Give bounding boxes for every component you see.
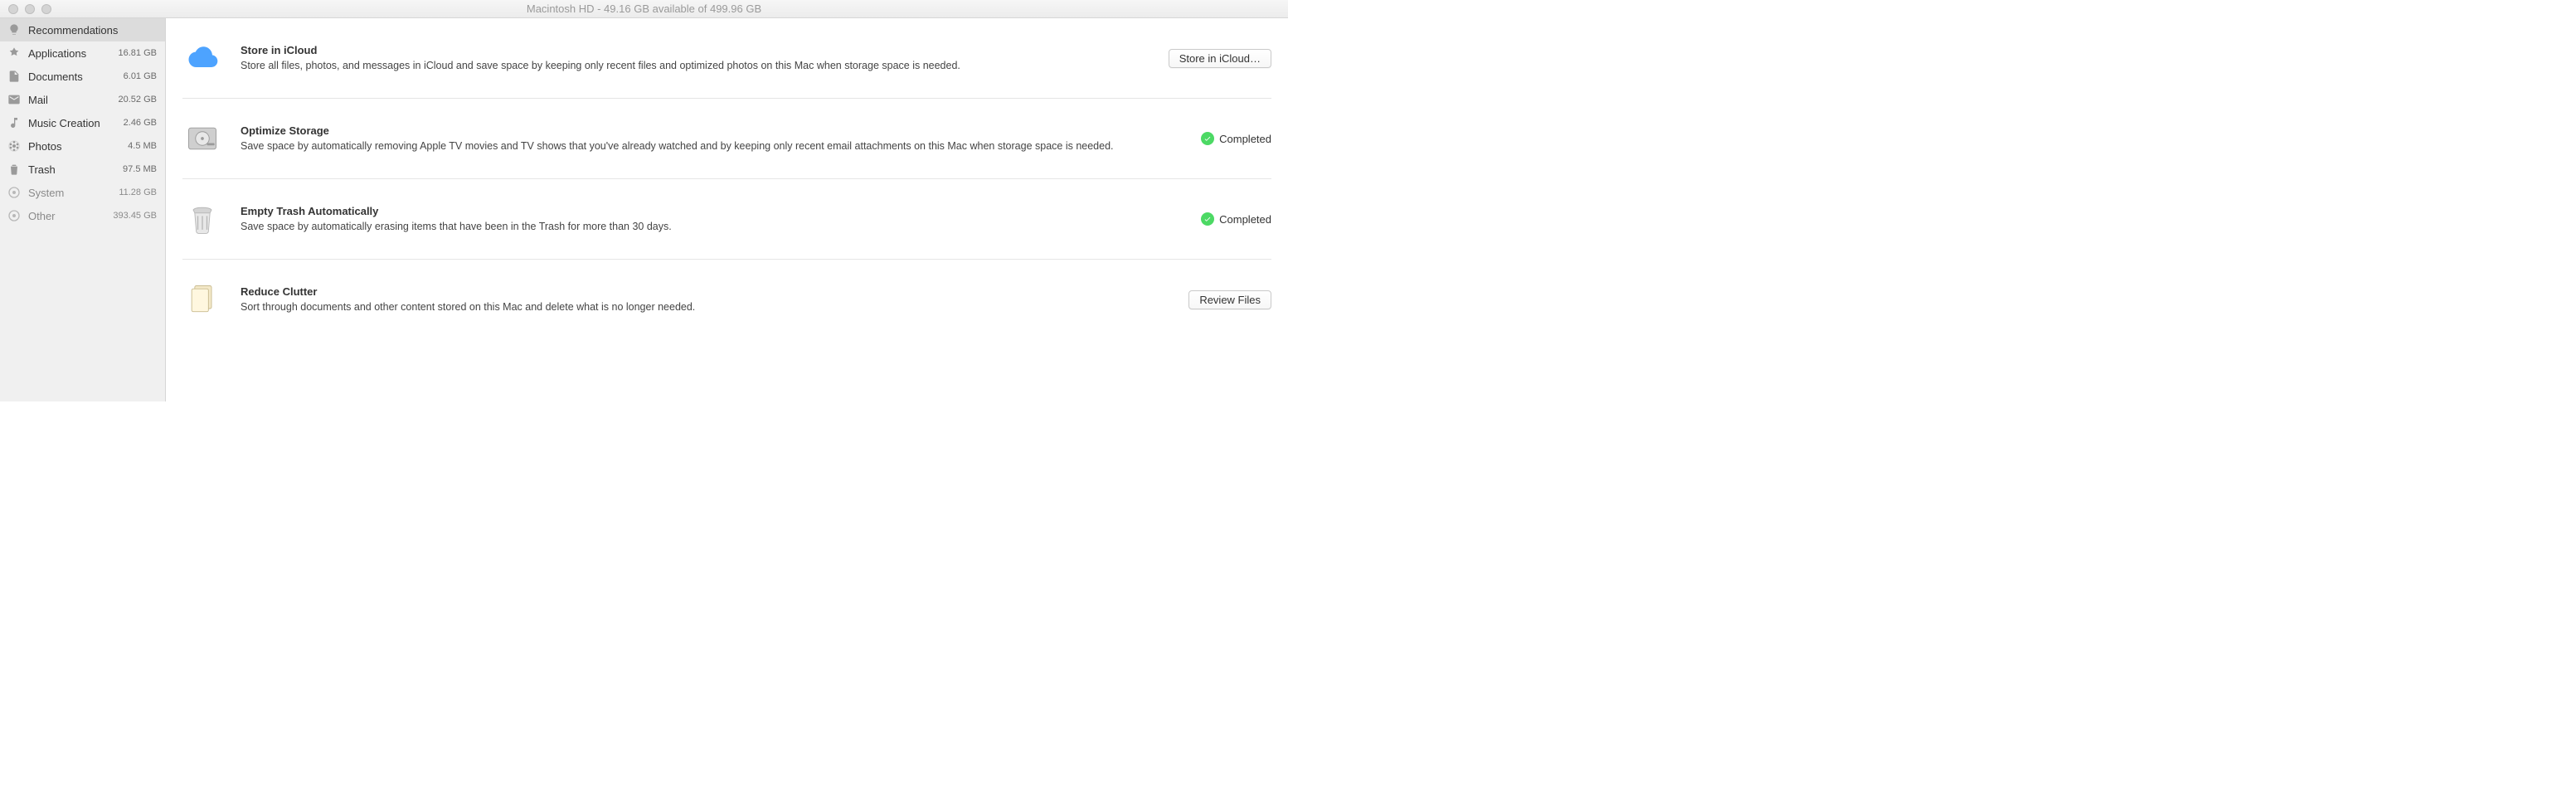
sidebar: Recommendations Applications 16.81 GB Do…	[0, 18, 166, 402]
completed-label: Completed	[1219, 213, 1271, 226]
recommendation-optimize-storage: Optimize Storage Save space by automatic…	[182, 99, 1271, 179]
titlebar: Macintosh HD - 49.16 GB available of 499…	[0, 0, 1288, 18]
completed-label: Completed	[1219, 133, 1271, 145]
sidebar-item-documents[interactable]: Documents 6.01 GB	[0, 65, 165, 88]
sidebar-item-label: Mail	[28, 94, 119, 106]
maximize-window-button[interactable]	[41, 4, 51, 14]
sidebar-item-other[interactable]: Other 393.45 GB	[0, 204, 165, 227]
sidebar-item-label: Photos	[28, 140, 128, 153]
window-title: Macintosh HD - 49.16 GB available of 499…	[527, 2, 761, 15]
sidebar-item-label: Documents	[28, 71, 124, 83]
lightbulb-icon	[7, 22, 22, 37]
trash-icon	[7, 162, 22, 177]
photos-icon	[7, 139, 22, 153]
recommendation-title: Empty Trash Automatically	[241, 205, 1184, 217]
sidebar-item-size: 20.52 GB	[119, 95, 157, 105]
sidebar-item-label: Recommendations	[28, 24, 157, 36]
trash-full-icon	[182, 199, 222, 239]
recommendation-empty-trash: Empty Trash Automatically Save space by …	[182, 179, 1271, 260]
sidebar-item-size: 2.46 GB	[124, 118, 157, 128]
checkmark-icon	[1201, 132, 1214, 145]
completed-status: Completed	[1201, 132, 1271, 145]
sidebar-item-label: Applications	[28, 47, 119, 60]
checkmark-icon	[1201, 212, 1214, 226]
documents-stack-icon	[182, 280, 222, 319]
recommendation-description: Store all files, photos, and messages in…	[241, 59, 1152, 72]
sidebar-item-size: 97.5 MB	[123, 164, 157, 174]
sidebar-item-mail[interactable]: Mail 20.52 GB	[0, 88, 165, 111]
sidebar-item-label: Trash	[28, 163, 123, 176]
sidebar-item-size: 6.01 GB	[124, 71, 157, 81]
sidebar-item-label: Other	[28, 210, 113, 222]
sidebar-item-size: 4.5 MB	[128, 141, 157, 151]
sidebar-item-size: 16.81 GB	[119, 48, 157, 58]
sidebar-item-label: Music Creation	[28, 117, 124, 129]
recommendation-description: Save space by automatically removing App…	[241, 139, 1184, 153]
sidebar-item-size: 11.28 GB	[119, 187, 157, 197]
music-icon	[7, 115, 22, 130]
sidebar-item-photos[interactable]: Photos 4.5 MB	[0, 134, 165, 158]
applications-icon	[7, 46, 22, 61]
sidebar-item-label: System	[28, 187, 119, 199]
sidebar-item-music-creation[interactable]: Music Creation 2.46 GB	[0, 111, 165, 134]
store-in-icloud-button[interactable]: Store in iCloud…	[1169, 49, 1271, 68]
close-window-button[interactable]	[8, 4, 18, 14]
icloud-icon	[182, 38, 222, 78]
sidebar-item-size: 393.45 GB	[113, 211, 157, 221]
system-icon	[7, 185, 22, 200]
completed-status: Completed	[1201, 212, 1271, 226]
content-area: Store in iCloud Store all files, photos,…	[166, 18, 1288, 402]
sidebar-item-recommendations[interactable]: Recommendations	[0, 18, 165, 41]
sidebar-item-system[interactable]: System 11.28 GB	[0, 181, 165, 204]
mail-icon	[7, 92, 22, 107]
sidebar-item-applications[interactable]: Applications 16.81 GB	[0, 41, 165, 65]
recommendation-title: Optimize Storage	[241, 124, 1184, 137]
recommendation-description: Save space by automatically erasing item…	[241, 220, 1184, 233]
sidebar-item-trash[interactable]: Trash 97.5 MB	[0, 158, 165, 181]
harddrive-icon	[182, 119, 222, 158]
recommendation-title: Store in iCloud	[241, 44, 1152, 56]
documents-icon	[7, 69, 22, 84]
review-files-button[interactable]: Review Files	[1188, 290, 1271, 309]
recommendation-reduce-clutter: Reduce Clutter Sort through documents an…	[182, 260, 1271, 339]
recommendation-store-in-icloud: Store in iCloud Store all files, photos,…	[182, 18, 1271, 99]
minimize-window-button[interactable]	[25, 4, 35, 14]
other-icon	[7, 208, 22, 223]
recommendation-title: Reduce Clutter	[241, 285, 1172, 298]
recommendation-description: Sort through documents and other content…	[241, 300, 1172, 314]
